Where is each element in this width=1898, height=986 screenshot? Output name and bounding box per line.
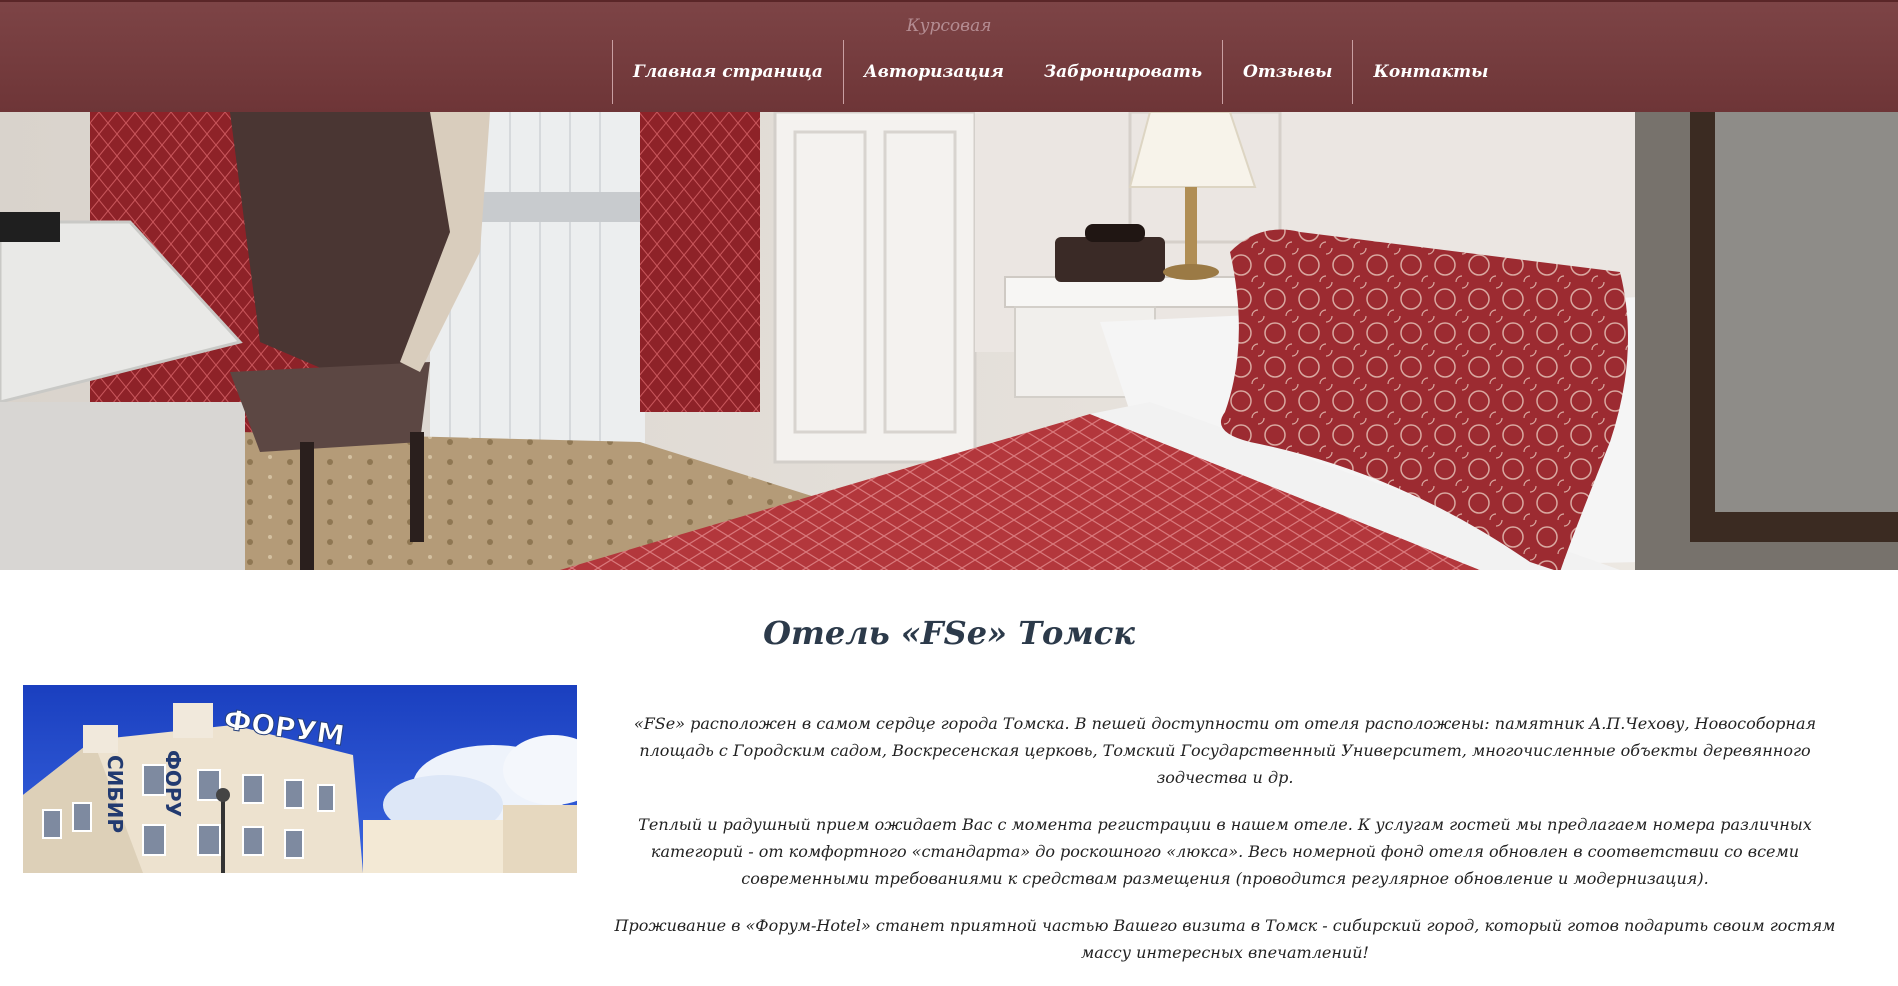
nav-item-reviews[interactable]: Отзывы	[1222, 40, 1352, 104]
building-sign-left: СИБИР	[103, 755, 127, 833]
description-paragraph-location: «FSe» расположен в самом сердце города Т…	[633, 714, 1817, 787]
nav-item-booking[interactable]: Забронировать	[1024, 40, 1222, 104]
nav-item-home[interactable]: Главная страница	[612, 40, 843, 104]
hotel-building-illustration: ФОРУМ СИБИР ФОРУ	[23, 685, 577, 873]
main-nav: Главная страница Авторизация Забронирова…	[612, 40, 1508, 104]
nav-item-contacts[interactable]: Контакты	[1352, 40, 1508, 104]
description-paragraph-stay: Проживание в «Форум-Hotel» станет приятн…	[614, 916, 1836, 962]
site-brand[interactable]: Курсовая	[0, 16, 1898, 36]
page-title: Отель «FSe» Томск	[763, 614, 1135, 652]
hotel-description: «FSe» расположен в самом сердце города Т…	[600, 710, 1850, 986]
description-paragraph-welcome: Теплый и радушный прием ожидает Вас с мо…	[638, 815, 1812, 888]
hotel-room-illustration	[0, 112, 1898, 570]
site-header: Курсовая Главная страница Авторизация За…	[0, 0, 1898, 112]
hotel-building-photo: ФОРУМ СИБИР ФОРУ	[23, 685, 577, 873]
nav-item-login[interactable]: Авторизация	[842, 40, 1024, 104]
hero-image	[0, 112, 1898, 570]
